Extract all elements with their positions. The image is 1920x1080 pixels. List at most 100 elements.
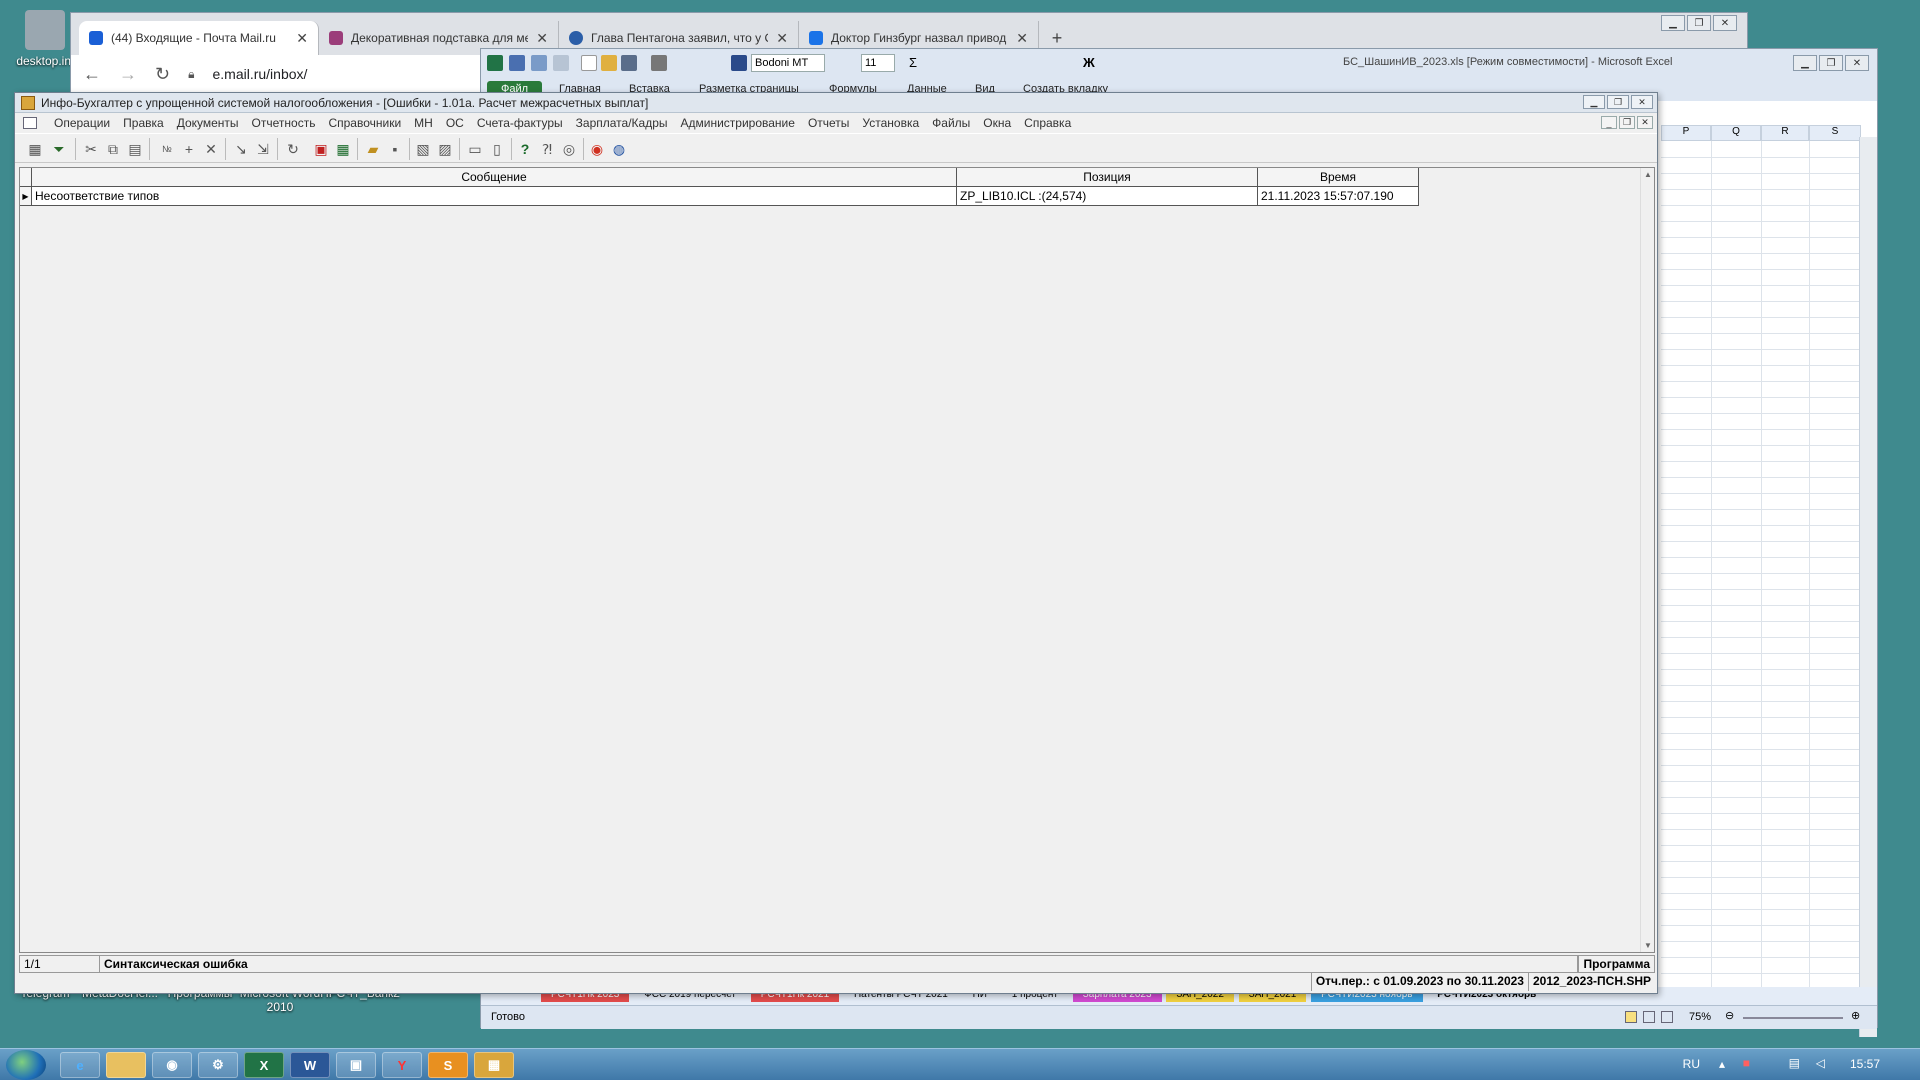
font-name-select[interactable]: Bodoni MT: [751, 54, 825, 72]
redo-icon[interactable]: [553, 55, 569, 71]
floppy-icon[interactable]: ▣: [336, 1052, 376, 1078]
start-button[interactable]: [6, 1050, 46, 1080]
word-icon[interactable]: W: [290, 1052, 330, 1078]
web-update-icon[interactable]: ◍: [609, 139, 629, 159]
number-icon[interactable]: №: [157, 139, 177, 159]
excel-icon[interactable]: X: [244, 1052, 284, 1078]
grid-corner[interactable]: [20, 168, 32, 187]
column-header[interactable]: R: [1761, 125, 1809, 141]
minimize-icon[interactable]: ▁: [1793, 55, 1817, 71]
restore-icon[interactable]: ❐: [1619, 116, 1635, 129]
volume-icon[interactable]: ◁: [1816, 1056, 1825, 1070]
support-icon[interactable]: ◉: [587, 139, 607, 159]
grid-vertical-scrollbar[interactable]: ▲ ▼: [1640, 168, 1654, 952]
new-icon[interactable]: [581, 55, 597, 71]
chart-icon[interactable]: ▨: [435, 139, 455, 159]
add-icon[interactable]: +: [179, 139, 199, 159]
clock[interactable]: 15:57: [1850, 1057, 1880, 1071]
column-header[interactable]: P: [1661, 125, 1711, 141]
chrome-icon[interactable]: ◉: [152, 1052, 192, 1078]
menu-item-files[interactable]: Файлы: [925, 116, 976, 130]
yandex-icon[interactable]: Y: [382, 1052, 422, 1078]
minimize-icon[interactable]: _: [1601, 116, 1617, 129]
antivirus-icon[interactable]: ■: [1743, 1056, 1750, 1070]
close-icon[interactable]: ✕: [1713, 15, 1737, 31]
pointer-icon[interactable]: ⇲: [253, 139, 273, 159]
language-indicator[interactable]: RU: [1683, 1057, 1700, 1071]
filter-icon[interactable]: ⏷: [49, 139, 69, 159]
menu-item-payroll[interactable]: Зарплата/Кадры: [569, 116, 674, 130]
maximize-icon[interactable]: ❐: [1819, 55, 1843, 71]
close-icon[interactable]: ✕: [1631, 95, 1653, 109]
document-icon[interactable]: [23, 117, 37, 129]
browser-tab[interactable]: (44) Входящие - Почта Mail.ru ✕: [79, 21, 319, 55]
scroll-down-icon[interactable]: ▼: [1644, 941, 1652, 950]
cell-message[interactable]: Несоответствие типов: [32, 187, 957, 206]
column-header-message[interactable]: Сообщение: [32, 168, 957, 187]
reload-icon[interactable]: ↻: [155, 64, 170, 85]
menu-item-windows[interactable]: Окна: [976, 116, 1017, 130]
bold-button[interactable]: Ж: [1083, 55, 1095, 70]
cell-position[interactable]: ZP_LIB10.ICL :(24,574): [957, 187, 1258, 206]
preview-icon[interactable]: ▯: [487, 139, 507, 159]
menu-item-administration[interactable]: Администрирование: [674, 116, 801, 130]
minimize-icon[interactable]: ▁: [1583, 95, 1605, 109]
menu-item-reports[interactable]: Отчеты: [801, 116, 855, 130]
zoom-out-icon[interactable]: ⊖: [1725, 1009, 1734, 1022]
forward-arrow-icon[interactable]: →: [119, 64, 137, 85]
close-icon[interactable]: ✕: [1845, 55, 1869, 71]
paste-icon[interactable]: ▤: [125, 139, 145, 159]
menu-item-invoices[interactable]: Счета-фактуры: [470, 116, 569, 130]
explorer-icon[interactable]: [106, 1052, 146, 1078]
accounting-app-icon[interactable]: ▦: [474, 1052, 514, 1078]
save-icon[interactable]: [509, 55, 525, 71]
column-header-position[interactable]: Позиция: [957, 168, 1258, 187]
menu-item-help[interactable]: Справка: [1017, 116, 1077, 130]
close-icon[interactable]: ✕: [296, 30, 308, 47]
help-icon[interactable]: ?: [515, 139, 535, 159]
print-icon[interactable]: ▭: [465, 139, 485, 159]
font-color-icon[interactable]: [731, 55, 747, 71]
menu-item-mn[interactable]: МН: [407, 116, 439, 130]
calculator-icon[interactable]: ▦: [333, 139, 353, 159]
ie-icon[interactable]: e: [60, 1052, 100, 1078]
sort-icon[interactable]: [621, 55, 637, 71]
save-icon[interactable]: ▪: [385, 139, 405, 159]
zoom-in-icon[interactable]: ⊕: [1851, 1009, 1860, 1022]
open-folder-icon[interactable]: ▰: [363, 139, 383, 159]
select-icon[interactable]: ↘: [231, 139, 251, 159]
excel-vertical-scrollbar[interactable]: [1859, 137, 1877, 1037]
column-header-time[interactable]: Время: [1258, 168, 1419, 187]
copy-format-icon[interactable]: ⧉: [103, 139, 123, 159]
image-icon[interactable]: ▧: [413, 139, 433, 159]
app-icon[interactable]: ⚙: [198, 1052, 238, 1078]
close-icon[interactable]: ✕: [776, 30, 788, 47]
menu-item-settings[interactable]: Установка: [855, 116, 925, 130]
open-icon[interactable]: [601, 55, 617, 71]
menu-item-os[interactable]: ОС: [439, 116, 470, 130]
table-settings-icon[interactable]: ▦: [25, 139, 45, 159]
cell-time[interactable]: 21.11.2023 15:57:07.190: [1258, 187, 1419, 206]
scroll-up-icon[interactable]: ▲: [1644, 170, 1652, 179]
context-help-icon[interactable]: ⁈: [537, 139, 557, 159]
delete-icon[interactable]: ✕: [201, 139, 221, 159]
menu-item-edit[interactable]: Правка: [116, 116, 170, 130]
tray-expand-icon[interactable]: ▴: [1719, 1057, 1725, 1071]
excel-sheet-grid[interactable]: P Q R S: [1661, 125, 1861, 1005]
menu-item-reporting[interactable]: Отчетность: [245, 116, 322, 130]
menu-item-documents[interactable]: Документы: [170, 116, 245, 130]
close-icon[interactable]: ✕: [1637, 116, 1653, 129]
print-icon[interactable]: [651, 55, 667, 71]
zoom-level[interactable]: 75%: [1689, 1011, 1711, 1023]
s-app-icon[interactable]: S: [428, 1052, 468, 1078]
column-header[interactable]: S: [1809, 125, 1861, 141]
undo-icon[interactable]: [531, 55, 547, 71]
close-icon[interactable]: ✕: [536, 30, 548, 47]
cut-icon[interactable]: ✂: [81, 139, 101, 159]
column-header[interactable]: Q: [1711, 125, 1761, 141]
maximize-icon[interactable]: ❐: [1607, 95, 1629, 109]
normal-view-icon[interactable]: [1625, 1011, 1637, 1023]
zoom-slider[interactable]: [1743, 1017, 1843, 1019]
table-row[interactable]: ▶ Несоответствие типов ZP_LIB10.ICL :(24…: [20, 187, 1419, 206]
refresh-icon[interactable]: ↻: [283, 139, 303, 159]
